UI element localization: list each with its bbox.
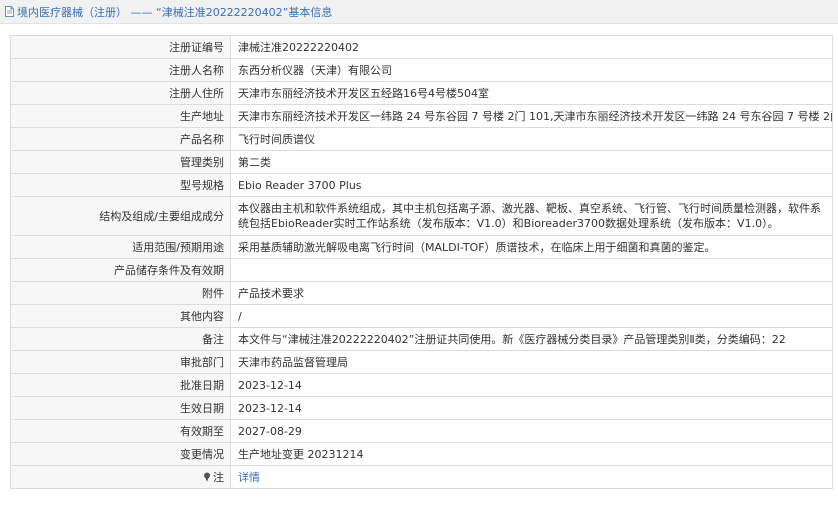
row-value: 飞行时间质谱仪 [230, 127, 833, 151]
row-label: 批准日期 [10, 373, 231, 397]
table-row: 型号规格 Ebio Reader 3700 Plus [10, 173, 833, 197]
table-row: 注册人名称 东西分析仪器（天津）有限公司 [10, 58, 833, 82]
page-header: 境内医疗器械（注册） —— “津械注准20222220402”基本信息 [0, 0, 838, 24]
row-value [230, 258, 833, 282]
row-label: 产品储存条件及有效期 [10, 258, 231, 282]
row-label: 附件 [10, 281, 231, 305]
row-value: 产品技术要求 [230, 281, 833, 305]
table-row: 注册人住所 天津市东丽经济技术开发区五经路16号4号楼504室 [10, 81, 833, 105]
table-row: 变更情况 生产地址变更 20231214 [10, 442, 833, 466]
row-label: 结构及组成/主要组成成分 [10, 196, 231, 236]
table-row: 附件 产品技术要求 [10, 281, 833, 305]
row-label: 型号规格 [10, 173, 231, 197]
row-label: 生效日期 [10, 396, 231, 420]
table-row: 适用范围/预期用途 采用基质辅助激光解吸电离飞行时间（MALDI-TOF）质谱技… [10, 235, 833, 259]
row-label: 其他内容 [10, 304, 231, 328]
note-label: 注 [213, 470, 224, 484]
row-label: 产品名称 [10, 127, 231, 151]
table-row: 产品名称 飞行时间质谱仪 [10, 127, 833, 151]
row-value: 2023-12-14 [230, 396, 833, 420]
row-value: 2023-12-14 [230, 373, 833, 397]
page-title: 境内医疗器械（注册） —— “津械注准20222220402”基本信息 [17, 5, 333, 19]
table-row: 有效期至 2027-08-29 [10, 419, 833, 443]
table-row: 产品储存条件及有效期 [10, 258, 833, 282]
row-label: 适用范围/预期用途 [10, 235, 231, 259]
row-label: 审批部门 [10, 350, 231, 374]
table-row: 结构及组成/主要组成成分 本仪器由主机和软件系统组成，其中主机包括离子源、激光器… [10, 196, 833, 236]
row-value: 2027-08-29 [230, 419, 833, 443]
table-row: 其他内容 / [10, 304, 833, 328]
note-label-cell: 注 [10, 465, 231, 489]
row-label: 管理类别 [10, 150, 231, 174]
row-label: 变更情况 [10, 442, 231, 466]
row-value: 生产地址变更 20231214 [230, 442, 833, 466]
row-label: 备注 [10, 327, 231, 351]
row-label: 注册人住所 [10, 81, 231, 105]
table-row: 管理类别 第二类 [10, 150, 833, 174]
row-label: 有效期至 [10, 419, 231, 443]
table-row: 生产地址 天津市东丽经济技术开发区一纬路 24 号东谷园 7 号楼 2门 101… [10, 104, 833, 128]
row-value: 本文件与“津械注准20222220402”注册证共同使用。新《医疗器械分类目录》… [230, 327, 833, 351]
document-icon [5, 6, 14, 17]
table-row: 批准日期 2023-12-14 [10, 373, 833, 397]
row-value: 采用基质辅助激光解吸电离飞行时间（MALDI-TOF）质谱技术，在临床上用于细菌… [230, 235, 833, 259]
row-value: Ebio Reader 3700 Plus [230, 173, 833, 197]
row-label: 注册人名称 [10, 58, 231, 82]
row-value: / [230, 304, 833, 328]
row-value: 天津市药品监督管理局 [230, 350, 833, 374]
row-value: 本仪器由主机和软件系统组成，其中主机包括离子源、激光器、靶板、真空系统、飞行管、… [230, 196, 833, 236]
row-value: 天津市东丽经济技术开发区一纬路 24 号东谷园 7 号楼 2门 101,天津市东… [230, 104, 833, 128]
pin-icon [204, 472, 210, 482]
row-value: 津械注准20222220402 [230, 35, 833, 59]
table-row: 备注 本文件与“津械注准20222220402”注册证共同使用。新《医疗器械分类… [10, 327, 833, 351]
row-value: 天津市东丽经济技术开发区五经路16号4号楼504室 [230, 81, 833, 105]
table-row: 审批部门 天津市药品监督管理局 [10, 350, 833, 374]
details-cell: 详情 [230, 465, 833, 489]
row-value: 第二类 [230, 150, 833, 174]
table-row: 注册证编号 津械注准20222220402 [10, 35, 833, 59]
details-link[interactable]: 详情 [238, 471, 260, 484]
table-row: 注 详情 [10, 465, 833, 489]
row-label: 生产地址 [10, 104, 231, 128]
row-label: 注册证编号 [10, 35, 231, 59]
detail-table: 注册证编号 津械注准20222220402 注册人名称 东西分析仪器（天津）有限… [10, 35, 833, 489]
row-value: 东西分析仪器（天津）有限公司 [230, 58, 833, 82]
table-row: 生效日期 2023-12-14 [10, 396, 833, 420]
